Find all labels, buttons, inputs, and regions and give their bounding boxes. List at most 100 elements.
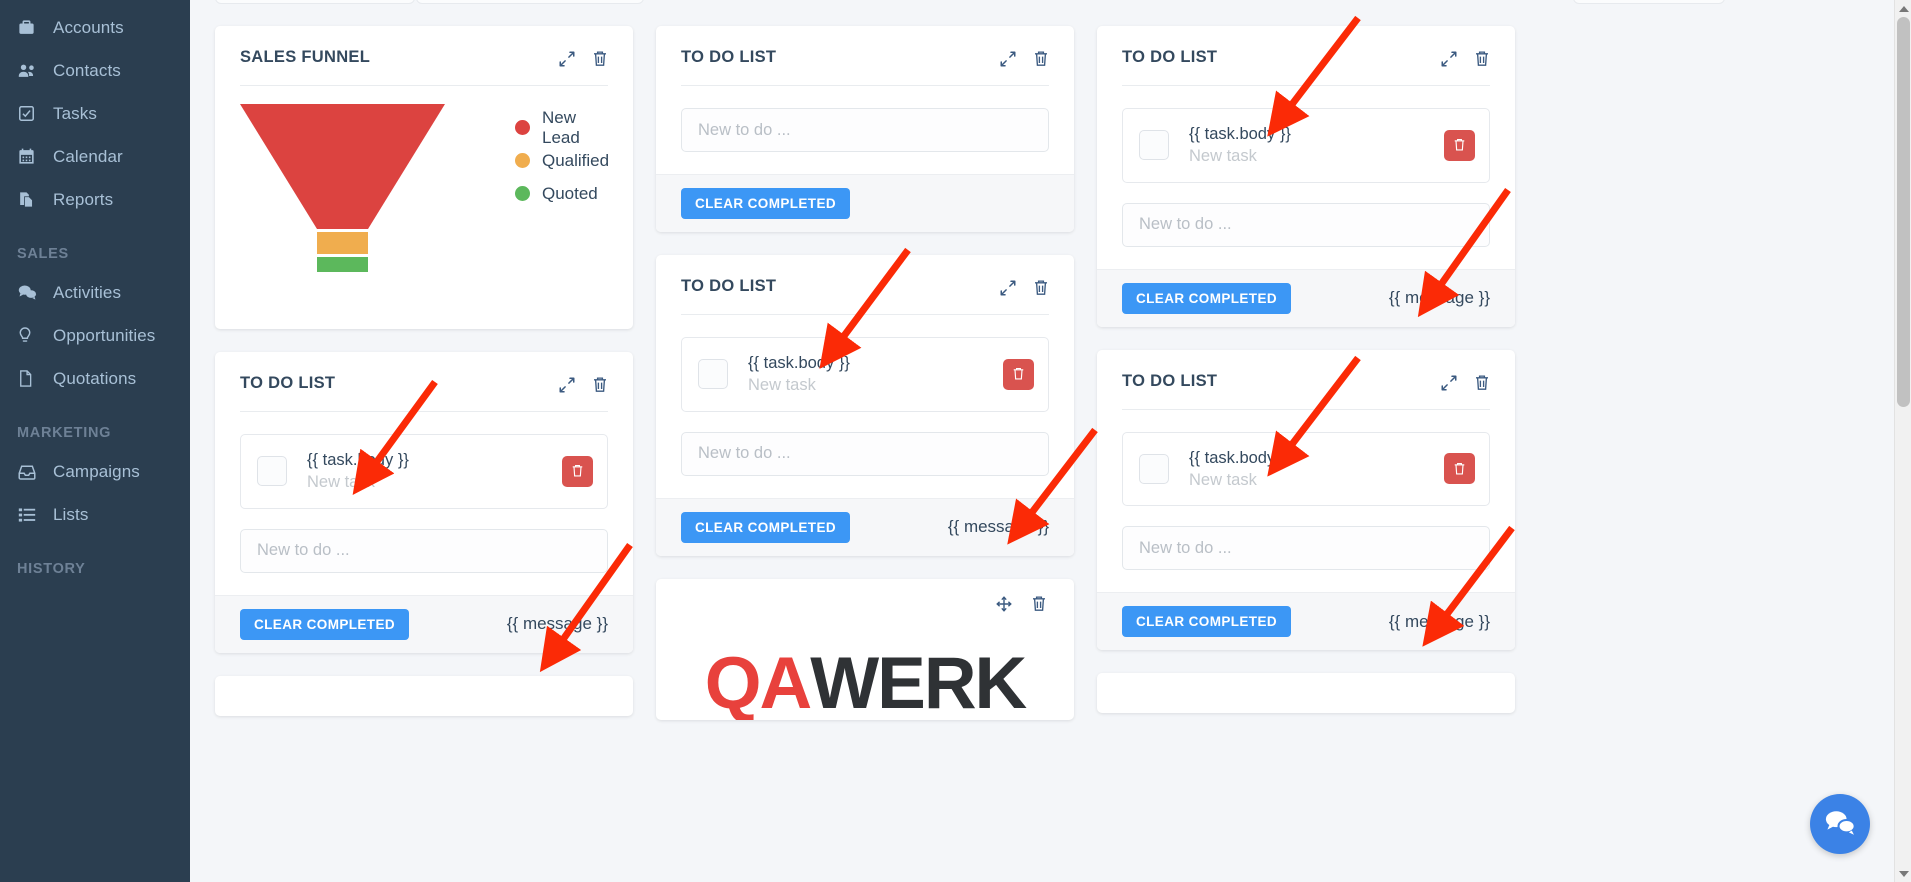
sidebar-item-tasks[interactable]: Tasks bbox=[0, 92, 190, 135]
vertical-scrollbar[interactable] bbox=[1894, 0, 1911, 882]
trash-icon[interactable] bbox=[1031, 595, 1047, 613]
task-checkbox[interactable] bbox=[257, 456, 287, 487]
toolbar-group-right[interactable] bbox=[1573, 0, 1725, 4]
chat-bubbles-icon bbox=[1824, 807, 1856, 842]
trash-icon[interactable] bbox=[1474, 374, 1490, 392]
lightbulb-icon bbox=[17, 326, 43, 345]
logo-qa-text: QA bbox=[704, 642, 812, 720]
todo-card-3: TO DO LIST {{task.body}} New task New … bbox=[656, 255, 1074, 556]
sidebar-item-contacts[interactable]: Contacts bbox=[0, 49, 190, 92]
toolbar-group-left[interactable] bbox=[215, 0, 415, 4]
move-arrows-icon[interactable] bbox=[995, 595, 1013, 613]
expand-arrows-icon[interactable] bbox=[558, 50, 576, 68]
sidebar-item-quotations[interactable]: Quotations bbox=[0, 357, 190, 400]
clear-completed-button[interactable]: CLEAR COMPLETED bbox=[681, 511, 850, 543]
clear-completed-button[interactable]: CLEAR COMPLETED bbox=[240, 608, 409, 640]
sidebar-item-activities[interactable]: Activities bbox=[0, 271, 190, 314]
trash-icon[interactable] bbox=[1474, 50, 1490, 68]
todo-card-partial-1 bbox=[215, 675, 633, 716]
main-content: SALES FUNNEL New Lead Qualified Quoted T… bbox=[190, 0, 1911, 882]
card-footer: CLEAR COMPLETED {{ message }} bbox=[656, 497, 1074, 556]
scroll-up-button[interactable] bbox=[1895, 0, 1911, 17]
sidebar-item-label: Contacts bbox=[53, 60, 121, 80]
task-subtitle: New task bbox=[748, 376, 816, 395]
status-message: {{ message }} bbox=[1388, 611, 1490, 631]
clear-completed-button[interactable]: CLEAR COMPLETED bbox=[1122, 606, 1291, 638]
comments-icon bbox=[17, 283, 43, 302]
delete-task-button[interactable] bbox=[1444, 129, 1475, 161]
list-icon bbox=[17, 506, 43, 524]
new-todo-input[interactable] bbox=[681, 431, 1049, 476]
toolbar-group-search[interactable] bbox=[416, 0, 644, 4]
task-checkbox[interactable] bbox=[1139, 453, 1169, 484]
task-body: {{ task.body }} bbox=[1189, 125, 1291, 143]
logo-werk-text: WERK bbox=[810, 642, 1027, 720]
card-title: TO DO LIST bbox=[240, 374, 336, 392]
expand-arrows-icon[interactable] bbox=[999, 50, 1017, 68]
chat-widget-button[interactable] bbox=[1810, 794, 1870, 854]
delete-task-button[interactable] bbox=[562, 455, 593, 487]
new-todo-input[interactable] bbox=[681, 108, 1049, 152]
sidebar-item-accounts[interactable]: Accounts bbox=[0, 6, 190, 49]
task-subtitle: New task bbox=[307, 473, 375, 492]
todo-card-2: TO DO LIST New to do ... CLEAR COMPLETED bbox=[656, 26, 1074, 232]
delete-task-button[interactable] bbox=[1444, 453, 1475, 485]
card-footer: CLEAR COMPLETED {{ message }} bbox=[215, 594, 633, 653]
sidebar-item-opportunities[interactable]: Opportunities bbox=[0, 314, 190, 357]
card-header-actions bbox=[558, 374, 608, 394]
list-item[interactable]: {{ task.body }} New task bbox=[1122, 108, 1490, 183]
sidebar-section-marketing: MARKETING bbox=[17, 425, 112, 441]
todo-body: {{ task.body }} New task bbox=[1097, 86, 1515, 269]
sales-funnel-card: SALES FUNNEL New Lead Qualified Quoted bbox=[215, 26, 633, 329]
sidebar-item-calendar[interactable]: Calendar bbox=[0, 135, 190, 178]
legend-label: Qualified bbox=[542, 150, 610, 170]
legend-item: Quoted bbox=[515, 177, 609, 210]
list-item[interactable]: {{ task.body }} New task bbox=[240, 434, 608, 509]
sidebar-item-label: Accounts bbox=[53, 17, 124, 37]
todo-body bbox=[656, 86, 1074, 174]
new-todo-input[interactable] bbox=[1122, 202, 1490, 247]
list-item[interactable]: {{ task.body }} New task bbox=[681, 337, 1049, 412]
task-body: {{ task.body }} bbox=[748, 354, 850, 372]
card-header: TO DO LIST bbox=[1097, 26, 1515, 68]
chevron-up-icon bbox=[1898, 5, 1909, 12]
scroll-down-button[interactable] bbox=[1895, 865, 1911, 882]
sidebar-item-campaigns[interactable]: Campaigns bbox=[0, 450, 190, 493]
clear-completed-button[interactable]: CLEAR COMPLETED bbox=[1122, 282, 1291, 314]
task-text: {{ task.body }} New task bbox=[748, 352, 1003, 397]
status-message: {{ message }} bbox=[506, 614, 608, 634]
sidebar-item-label: Calendar bbox=[53, 146, 123, 166]
trash-icon[interactable] bbox=[592, 50, 608, 68]
task-checkbox[interactable] bbox=[698, 359, 728, 390]
todo-card-5: TO DO LIST {{task.body}} New task New … bbox=[1097, 349, 1515, 651]
card-footer: CLEAR COMPLETED {{ message }} bbox=[1097, 592, 1515, 651]
list-item[interactable]: {{ task.body }} New task bbox=[1122, 431, 1490, 507]
task-checkbox[interactable] bbox=[1139, 130, 1169, 161]
funnel-svg bbox=[240, 104, 445, 272]
expand-arrows-icon[interactable] bbox=[558, 376, 576, 394]
calendar-icon bbox=[17, 147, 43, 166]
trash-icon[interactable] bbox=[1033, 50, 1049, 68]
card-title: TO DO LIST bbox=[1122, 371, 1218, 390]
expand-arrows-icon[interactable] bbox=[1440, 50, 1458, 68]
task-text: {{ task.body }} New task bbox=[307, 449, 562, 494]
clear-completed-button[interactable]: CLEAR COMPLETED bbox=[681, 188, 850, 219]
board-column-2: TO DO LIST New to do ... CLEAR COMPLETED… bbox=[656, 26, 1074, 720]
funnel-chart: New Lead Qualified Quoted bbox=[215, 86, 633, 329]
sidebar-item-reports[interactable]: Reports bbox=[0, 178, 190, 221]
sidebar-item-lists[interactable]: Lists bbox=[0, 493, 190, 536]
file-icon bbox=[17, 369, 43, 388]
delete-task-button[interactable] bbox=[1003, 358, 1034, 390]
new-todo-input[interactable] bbox=[1122, 526, 1490, 571]
sidebar-section-sales: SALES bbox=[17, 246, 69, 262]
trash-icon[interactable] bbox=[1033, 279, 1049, 297]
task-text: {{ task.body }} New task bbox=[1189, 123, 1444, 168]
trash-icon[interactable] bbox=[592, 376, 608, 394]
new-todo-input[interactable] bbox=[240, 528, 608, 573]
chevron-down-icon bbox=[1898, 870, 1909, 877]
todo-card-1: TO DO LIST {{task.body}} New task New … bbox=[215, 352, 633, 653]
expand-arrows-icon[interactable] bbox=[999, 279, 1017, 297]
card-header: TO DO LIST bbox=[656, 26, 1074, 68]
expand-arrows-icon[interactable] bbox=[1440, 374, 1458, 392]
scrollbar-thumb[interactable] bbox=[1897, 17, 1910, 407]
